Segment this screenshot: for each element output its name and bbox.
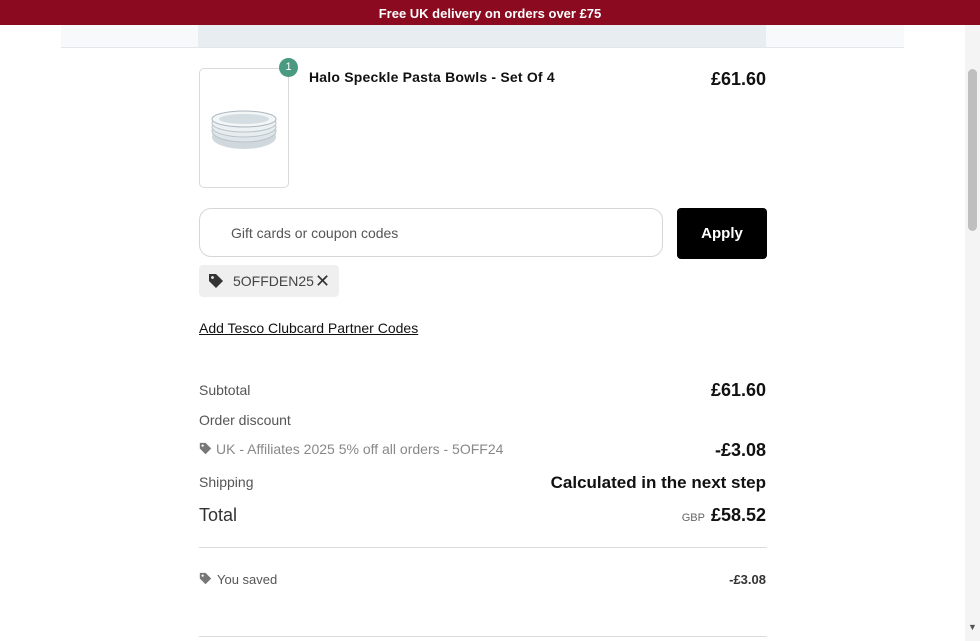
page-scrollbar[interactable]: ▼ (965, 25, 980, 641)
summary-divider (199, 547, 767, 548)
promo-banner: Free UK delivery on orders over £75 (0, 0, 980, 25)
total-label: Total (199, 505, 238, 525)
you-saved-line: You saved (199, 572, 277, 588)
shipping-value: Calculated in the next step (550, 473, 766, 492)
scroll-down-arrow-icon[interactable]: ▼ (968, 622, 977, 632)
you-saved-label: You saved (217, 572, 278, 587)
discount-name: UK - Affiliates 2025 5% off all orders -… (216, 441, 504, 457)
bottom-divider (199, 636, 767, 637)
pasta-bowls-image (211, 110, 277, 149)
subtotal-label: Subtotal (199, 382, 251, 398)
product-thumbnail (199, 68, 289, 188)
header-strip-inner (198, 25, 766, 47)
tag-icon (199, 442, 212, 458)
product-name: Halo Speckle Pasta Bowls - Set Of 4 (309, 69, 555, 85)
subtotal-value: £61.60 (710, 380, 766, 400)
tag-icon (208, 273, 224, 292)
scrollbar-thumb[interactable] (968, 69, 977, 231)
total-value: £58.52 (710, 505, 766, 525)
apply-button[interactable]: Apply (677, 208, 767, 259)
you-saved-value: -£3.08 (729, 572, 766, 587)
total-currency: GBP (681, 512, 705, 524)
discount-value: -£3.08 (714, 440, 766, 460)
applied-code-chip: 5OFFDEN25 ✕ (199, 265, 339, 297)
discount-line: UK - Affiliates 2025 5% off all orders -… (199, 441, 503, 458)
applied-code-text: 5OFFDEN25 (233, 273, 314, 289)
total-value-group: GBP £58.52 (682, 505, 766, 526)
header-strip (61, 25, 904, 48)
promo-banner-text: Free UK delivery on orders over £75 (378, 6, 602, 21)
quantity-badge: 1 (279, 58, 298, 77)
coupon-code-input[interactable] (199, 208, 663, 257)
add-clubcard-codes-link[interactable]: Add Tesco Clubcard Partner Codes (199, 320, 418, 336)
remove-code-close-icon[interactable]: ✕ (315, 271, 330, 292)
product-price: £61.60 (710, 69, 766, 89)
tag-icon (199, 572, 212, 588)
shipping-label: Shipping (199, 474, 254, 490)
order-discount-label: Order discount (199, 412, 291, 428)
